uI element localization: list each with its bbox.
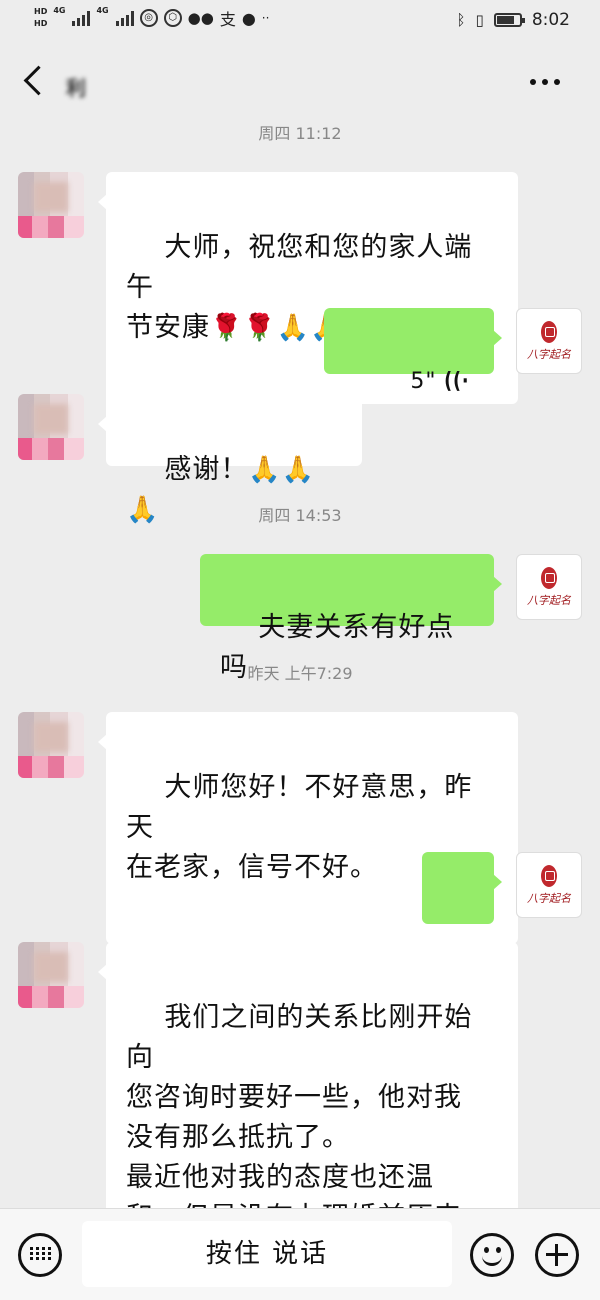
rose-emoji: 🌹 xyxy=(210,313,244,343)
chat-message-list[interactable]: 周四 11:12 大师，祝您和您的家人端午 节安康🌹🌹🙏🙏 八字起名 5"((·… xyxy=(0,120,600,1208)
seal-logo-icon xyxy=(541,566,557,589)
message-bubble-incoming[interactable]: 感谢！🙏🙏🙏 xyxy=(98,394,362,525)
logo-text: 八字起名 xyxy=(527,347,571,361)
voice-duration: 5" xyxy=(410,369,437,394)
pray-emoji: 🙏 xyxy=(276,313,311,343)
settings-notification-icon: ⬡ xyxy=(163,9,182,27)
self-avatar[interactable]: 八字起名 xyxy=(516,852,582,918)
bluetooth-icon: ᛒ xyxy=(456,11,466,29)
battery-icon xyxy=(493,13,525,27)
pray-emoji: 🙏 xyxy=(281,455,316,485)
seal-logo-icon xyxy=(541,320,557,343)
message-bubble-incoming[interactable]: 我们之间的关系比刚开始向 您咨询时要好一些，他对我 没有那么抵抗了。 最近他对我… xyxy=(98,942,518,1208)
contact-avatar[interactable] xyxy=(18,942,84,1008)
logo-text: 八字起名 xyxy=(527,593,571,607)
status-left: HD HD 4G 4G ◎ ⬡ ●● 支 ● ·· xyxy=(34,6,269,30)
contact-avatar[interactable] xyxy=(18,712,84,778)
clock: 8:02 xyxy=(531,10,570,30)
chat-header: 利 xyxy=(0,42,600,120)
contact-avatar[interactable] xyxy=(18,172,84,238)
vibrate-icon: ▯ xyxy=(475,11,484,29)
more-options-icon[interactable] xyxy=(530,72,570,92)
wechat-notification-icon: ●● xyxy=(187,9,214,27)
message-timestamp: 周四 14:53 xyxy=(258,506,342,525)
message-notification-icon: ● xyxy=(241,8,256,28)
message-timestamp: 昨天 上午7:29 xyxy=(247,664,353,683)
message-text: 我们之间的关系比刚开始向 您咨询时要好一些，他对我 没有那么抵抗了。 最近他对我… xyxy=(126,1002,473,1208)
voice-wave-icon: ((· xyxy=(443,369,469,394)
status-right: ᛒ ▯ 8:02 xyxy=(457,10,570,30)
network-type: 4G xyxy=(96,6,109,15)
more-notifications-icon: ·· xyxy=(261,11,270,25)
contact-name: 利 xyxy=(66,76,86,100)
emoji-button[interactable] xyxy=(470,1233,514,1277)
rose-emoji: 🌹 xyxy=(243,313,277,343)
keyboard-icon xyxy=(30,1247,51,1263)
message-text: 感谢！ xyxy=(164,454,249,485)
alipay-notification-icon: 支 xyxy=(219,10,236,29)
keyboard-toggle-button[interactable] xyxy=(18,1233,62,1277)
chat-input-bar: 按住 说话 xyxy=(0,1208,600,1300)
self-avatar[interactable]: 八字起名 xyxy=(516,308,582,374)
signal-icon xyxy=(72,10,91,26)
hd-indicator: HD HD xyxy=(34,6,47,30)
app-notification-icon: ◎ xyxy=(139,9,158,27)
hd-label: HD xyxy=(34,19,48,28)
hold-to-talk-button[interactable]: 按住 说话 xyxy=(82,1221,452,1287)
message-timestamp: 周四 11:12 xyxy=(258,124,342,143)
signal-icon xyxy=(115,10,134,26)
network-type: 4G xyxy=(53,6,66,15)
message-bubble-outgoing[interactable]: 夫妻关系有好点吗 xyxy=(200,554,502,683)
back-button[interactable] xyxy=(18,64,52,98)
voice-message-bubble[interactable]: 5" ((· xyxy=(324,308,502,394)
self-avatar[interactable]: 八字起名 xyxy=(516,554,582,620)
status-bar: HD HD 4G 4G ◎ ⬡ ●● 支 ● ·· ᛒ ▯ 8:02 xyxy=(0,0,600,42)
hd-label: HD xyxy=(34,7,48,16)
message-bubble-outgoing[interactable]: 嗯 xyxy=(422,852,502,981)
pray-emoji: 🙏 xyxy=(248,455,282,485)
seal-logo-icon xyxy=(541,864,557,887)
logo-text: 八字起名 xyxy=(527,891,571,905)
more-functions-button[interactable] xyxy=(535,1233,579,1277)
contact-avatar[interactable] xyxy=(18,394,84,460)
message-text: 大师您好！不好意思，昨天 在老家，信号不好。 xyxy=(126,772,473,883)
